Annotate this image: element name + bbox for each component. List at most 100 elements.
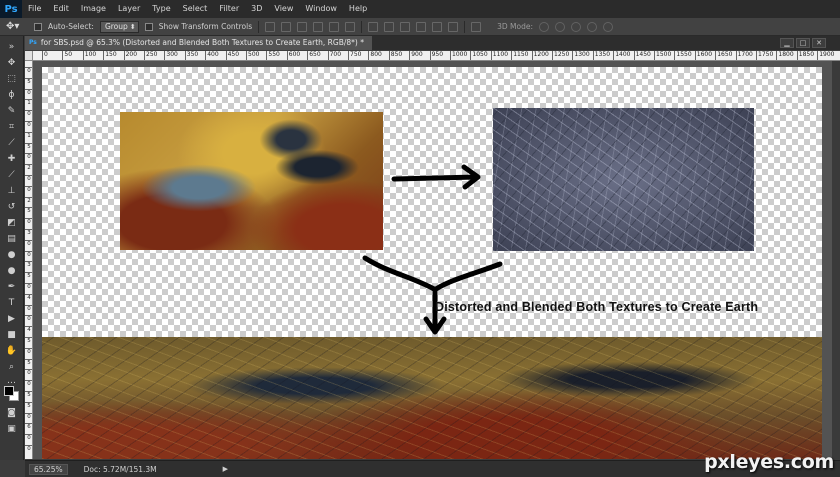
auto-align-icon[interactable] [471,21,482,32]
pen-tool-icon[interactable]: ✒ [4,280,19,293]
marquee-tool-icon[interactable]: ⬚ [4,72,19,85]
ruler-tick: 1 [25,131,32,142]
rust-texture-image [120,112,383,250]
ruler-tick: 950 [429,51,443,60]
maximize-button[interactable]: □ [796,38,810,48]
status-menu-arrow-icon[interactable]: ▶ [223,465,228,473]
distribute-hcenter-icon[interactable] [432,21,443,32]
path-selection-tool-icon[interactable]: ▶ [4,312,19,325]
screen-mode-icon[interactable]: ▣ [4,422,19,435]
canvas-viewport[interactable]: Distorted and Blended Both Textures to C… [33,61,832,459]
vertical-scrollbar[interactable] [832,61,840,459]
blur-tool-icon[interactable]: ● [4,248,19,261]
zoom-level-field[interactable]: 65.25% [29,463,68,475]
ruler-tick: 50 [62,51,72,60]
ruler-tick: 1850 [796,51,814,60]
ruler-tick: 900 [409,51,423,60]
ruler-tick: 5 [25,272,32,282]
clone-stamp-tool-icon[interactable]: ⊥ [4,184,19,197]
ruler-tick: 700 [327,51,341,60]
quick-select-tool-icon[interactable]: ✎ [4,104,19,117]
gradient-tool-icon[interactable]: ▤ [4,232,19,245]
show-transform-checkbox[interactable] [144,22,153,31]
document-canvas[interactable]: Distorted and Blended Both Textures to C… [42,67,822,459]
align-right-icon[interactable] [345,21,356,32]
healing-brush-tool-icon[interactable]: ✚ [4,152,19,165]
3d-scale-icon[interactable] [603,21,614,32]
ruler-tick: 450 [225,51,239,60]
ruler-tick: 0 [25,185,32,196]
3d-slide-icon[interactable] [587,21,598,32]
align-bottom-icon[interactable] [297,21,308,32]
align-top-icon[interactable] [265,21,276,32]
minimize-button[interactable]: ▁ [780,38,794,48]
distribute-top-icon[interactable] [368,21,379,32]
3d-roll-icon[interactable] [555,21,566,32]
auto-select-dropdown[interactable]: Group [99,20,139,33]
ruler-origin[interactable] [25,51,33,61]
align-vcenter-icon[interactable] [281,21,292,32]
menu-file[interactable]: File [22,0,47,18]
menu-layer[interactable]: Layer [112,0,146,18]
ruler-tick: 1550 [674,51,692,60]
menu-select[interactable]: Select [177,0,214,18]
menu-help[interactable]: Help [343,0,373,18]
move-tool-icon[interactable]: ✥ [4,56,19,69]
menu-3d[interactable]: 3D [245,0,268,18]
blended-earth-texture-image [42,337,822,459]
3d-rotate-icon[interactable] [539,21,550,32]
ruler-tick: 200 [123,51,137,60]
brush-tool-icon[interactable]: ⟋ [4,168,19,181]
psd-file-icon: Ps [29,39,37,46]
ruler-tick: 5 [25,337,32,347]
align-hcenter-icon[interactable] [329,21,340,32]
horizontal-ruler[interactable]: 0 50 100 150 200 250 300 350 400 450 500 550 600 650 7… [33,51,840,61]
menu-type[interactable]: Type [146,0,176,18]
lasso-tool-icon[interactable]: ϕ [4,88,19,101]
align-left-icon[interactable] [313,21,324,32]
separator [464,20,466,33]
distribute-vcenter-icon[interactable] [384,21,395,32]
ruler-tick: 0 [25,250,32,261]
caption-text: Distorted and Blended Both Textures to C… [435,300,759,314]
eyedropper-tool-icon[interactable]: ⟋ [4,136,19,149]
menu-edit[interactable]: Edit [47,0,75,18]
quick-mask-icon[interactable]: ◙ [4,406,19,419]
ruler-tick: 0 [25,153,32,163]
ruler-tick: 0 [25,88,32,99]
ruler-tick: 1450 [633,51,651,60]
ruler-tick: 3 [25,229,32,239]
eraser-tool-icon[interactable]: ◩ [4,216,19,229]
shape-tool-icon[interactable]: ■ [4,328,19,341]
photoshop-logo: Ps [0,0,22,18]
dodge-tool-icon[interactable]: ● [4,264,19,277]
ruler-tick: 150 [103,51,117,60]
auto-select-checkbox[interactable] [34,22,42,31]
ruler-tick: 0 [25,110,32,120]
zoom-tool-icon[interactable]: ⌕ [4,360,19,373]
distribute-left-icon[interactable] [416,21,427,32]
menu-window[interactable]: Window [299,0,343,18]
distribute-bottom-icon[interactable] [400,21,411,32]
ruler-tick: 3 [25,261,32,271]
ruler-tick: 650 [307,51,321,60]
history-brush-tool-icon[interactable]: ↺ [4,200,19,213]
move-tool-preset-icon[interactable]: ✥▾ [6,20,28,34]
document-tab[interactable]: Ps for SBS.psd @ 65.3% (Distorted and Bl… [25,36,372,50]
collapse-panel-icon[interactable]: » [4,40,19,53]
close-button[interactable]: ✕ [812,38,826,48]
distribute-right-icon[interactable] [448,21,459,32]
ruler-tick: 350 [184,51,198,60]
hand-tool-icon[interactable]: ✋ [4,344,19,357]
crop-tool-icon[interactable]: ⌗ [4,120,19,133]
3d-pan-icon[interactable] [571,21,582,32]
foreground-color-swatch[interactable] [4,386,14,396]
ruler-tick: 5 [25,142,32,153]
menu-view[interactable]: View [268,0,299,18]
menu-filter[interactable]: Filter [213,0,245,18]
ruler-tick: 0 [25,347,32,358]
menu-image[interactable]: Image [75,0,112,18]
type-tool-icon[interactable]: T [4,296,19,309]
vertical-ruler[interactable]: 050100150200250300350400450500550600 [25,61,33,459]
ruler-tick: 0 [42,51,48,60]
